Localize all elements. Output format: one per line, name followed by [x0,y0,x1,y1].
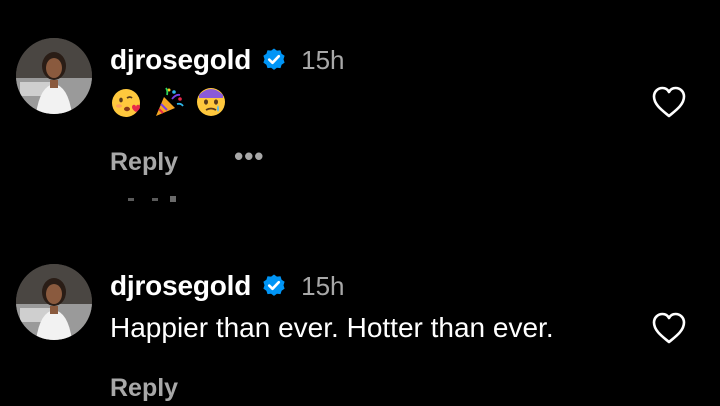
comment-actions: Reply ••• [110,141,264,180]
more-options-button[interactable]: ••• [234,141,264,172]
timestamp: 15h [301,44,345,75]
kissing-face-with-heart-icon [112,89,140,117]
timestamp: 15h [301,270,345,301]
face-holding-back-tears-icon [197,88,225,116]
avatar-image [16,38,92,114]
avatar[interactable] [16,264,92,340]
username[interactable]: djrosegold [110,44,251,76]
comment: djrosegold 15h Happier than ever. Hotter… [0,264,720,404]
comment-header: djrosegold 15h [110,42,345,78]
comment-header: djrosegold 15h [110,268,345,304]
clipped-content-divider [128,196,176,202]
comment-body [110,84,228,120]
reply-button[interactable]: Reply [110,374,178,403]
avatar[interactable] [16,38,92,114]
reply-button[interactable]: Reply [110,148,178,177]
party-popper-icon [156,87,184,116]
comment-text: Happier than ever. Hotter than ever. [110,312,554,343]
like-heart-icon[interactable] [650,84,688,120]
comment-actions: Reply [110,370,178,406]
username[interactable]: djrosegold [110,270,251,302]
verified-badge-icon [263,48,285,70]
comment: djrosegold 15h Reply ••• [0,38,720,178]
avatar-image [16,264,92,340]
verified-badge-icon [263,274,285,296]
like-heart-icon[interactable] [650,310,688,346]
